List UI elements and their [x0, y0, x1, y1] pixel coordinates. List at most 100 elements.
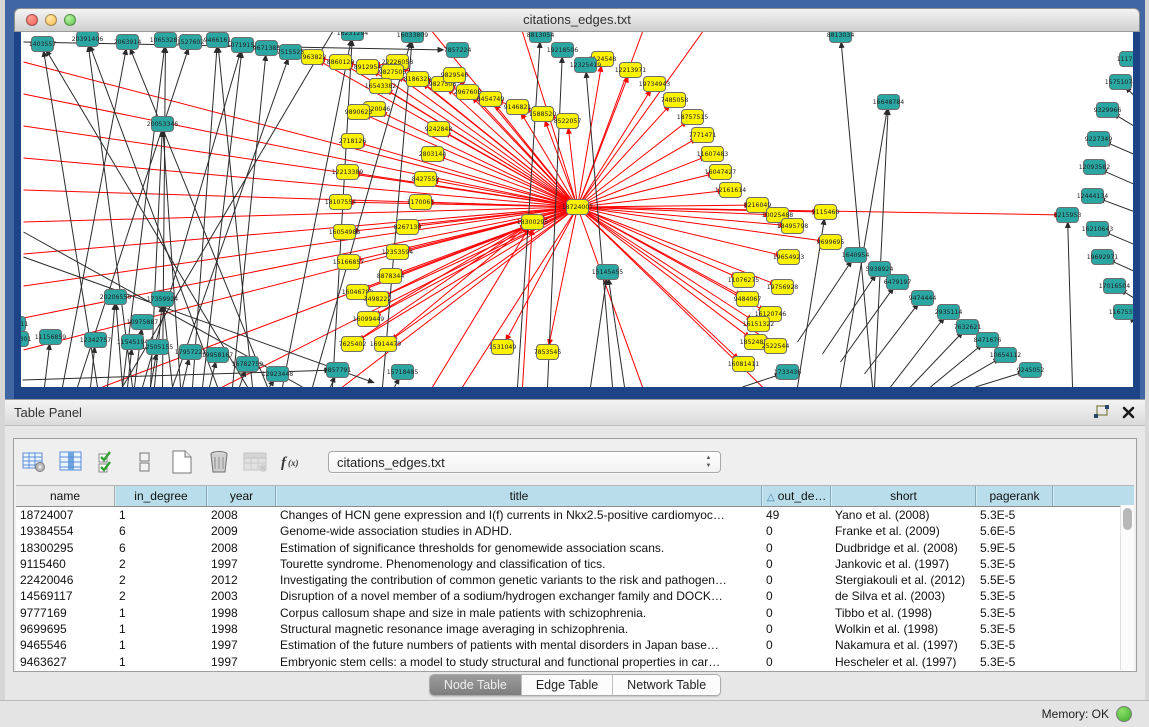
table-cell[interactable]: Estimation of significance thresholds fo…: [276, 540, 762, 556]
table-cell[interactable]: 1997: [207, 556, 276, 572]
table-cell[interactable]: 2008: [207, 507, 276, 523]
table-cell[interactable]: 1: [115, 654, 207, 670]
table-cell[interactable]: 18724007: [16, 507, 115, 523]
table-cell[interactable]: Structural magnetic resonance image aver…: [276, 621, 762, 637]
table-row[interactable]: 946554611997Estimation of the future num…: [16, 637, 1134, 653]
table-cell[interactable]: 0: [762, 588, 831, 604]
table-cell[interactable]: 9463627: [16, 654, 115, 670]
table-cell[interactable]: Franke et al. (2009): [831, 523, 976, 539]
table-cell[interactable]: 5.3E-5: [976, 637, 1053, 653]
table-cell[interactable]: 1997: [207, 654, 276, 670]
table-cell[interactable]: 18300295: [16, 540, 115, 556]
table-cell[interactable]: Changes of HCN gene expression and I(f) …: [276, 507, 762, 523]
tab-network-table[interactable]: Network Table: [613, 675, 720, 695]
table-scrollbar[interactable]: [1120, 505, 1134, 670]
table-cell[interactable]: Stergiakouli et al. (2012): [831, 572, 976, 588]
table-cell[interactable]: 1998: [207, 605, 276, 621]
table-scrollbar-thumb[interactable]: [1123, 508, 1132, 530]
table-cell[interactable]: 6: [115, 523, 207, 539]
close-panel-icon[interactable]: [1122, 406, 1135, 419]
table-cell[interactable]: 0: [762, 654, 831, 670]
table-row[interactable]: 1830029562008Estimation of significance …: [16, 540, 1134, 556]
column-header-short[interactable]: short: [831, 486, 976, 506]
table-cell[interactable]: 5.3E-5: [976, 654, 1053, 670]
table-cell[interactable]: 2: [115, 556, 207, 572]
table-cell[interactable]: 0: [762, 523, 831, 539]
table-cell[interactable]: 14569117: [16, 588, 115, 604]
table-row[interactable]: 1872400712008Changes of HCN gene express…: [16, 507, 1134, 523]
node-table[interactable]: namein_degreeyeartitle△out_de…shortpager…: [16, 485, 1134, 671]
memory-ok-icon[interactable]: [1116, 706, 1132, 722]
table-cell[interactable]: 0: [762, 621, 831, 637]
table-row[interactable]: 1456911722003Disruption of a novel membe…: [16, 588, 1134, 604]
table-cell[interactable]: Genome-wide association studies in ADHD.: [276, 523, 762, 539]
table-cell[interactable]: Embryonic stem cells: a model to study s…: [276, 654, 762, 670]
tab-edge-table[interactable]: Edge Table: [522, 675, 613, 695]
table-cell[interactable]: 1997: [207, 637, 276, 653]
table-cell[interactable]: 9699695: [16, 621, 115, 637]
table-cell[interactable]: 0: [762, 605, 831, 621]
table-cell[interactable]: 5.9E-5: [976, 540, 1053, 556]
table-cell[interactable]: 2: [115, 572, 207, 588]
column-header-in_degree[interactable]: in_degree: [115, 486, 207, 506]
table-selector-dropdown[interactable]: citations_edges.txt ▲▼: [328, 451, 721, 473]
table-cell[interactable]: Dudbridge et al. (2008): [831, 540, 976, 556]
select-columns-button[interactable]: [57, 447, 85, 477]
table-cell[interactable]: 1: [115, 507, 207, 523]
table-cell[interactable]: 49: [762, 507, 831, 523]
table-cell[interactable]: 0: [762, 572, 831, 588]
table-row[interactable]: 946362711997Embryonic stem cells: a mode…: [16, 654, 1134, 670]
table-cell[interactable]: 9115460: [16, 556, 115, 572]
column-header-pagerank[interactable]: pagerank: [976, 486, 1053, 506]
table-cell[interactable]: 5.3E-5: [976, 507, 1053, 523]
table-cell[interactable]: 2: [115, 588, 207, 604]
table-row[interactable]: 977716911998Corpus callosum shape and si…: [16, 605, 1134, 621]
table-cell[interactable]: de Silva et al. (2003): [831, 588, 976, 604]
table-cell[interactable]: 2009: [207, 523, 276, 539]
table-cell[interactable]: 0: [762, 540, 831, 556]
network-window-titlebar[interactable]: citations_edges.txt: [14, 8, 1140, 32]
table-cell[interactable]: 9777169: [16, 605, 115, 621]
table-cell[interactable]: 19384554: [16, 523, 115, 539]
select-all-checks-button[interactable]: [94, 447, 122, 477]
table-cell[interactable]: 1: [115, 637, 207, 653]
function-builder-button[interactable]: f (x): [279, 447, 307, 477]
table-cell[interactable]: 1: [115, 621, 207, 637]
table-cell[interactable]: 5.5E-5: [976, 572, 1053, 588]
table-cell[interactable]: Yano et al. (2008): [831, 507, 976, 523]
float-window-icon[interactable]: [1094, 405, 1110, 419]
column-header-out_de[interactable]: △out_de…: [762, 486, 831, 506]
network-window[interactable]: citations_edges.txt 18724007183002957963…: [14, 8, 1140, 392]
table-cell[interactable]: 2012: [207, 572, 276, 588]
column-header-name[interactable]: name: [16, 486, 115, 506]
table-row[interactable]: 911546021997Tourette syndrome. Phenomeno…: [16, 556, 1134, 572]
table-cell[interactable]: Corpus callosum shape and size in male p…: [276, 605, 762, 621]
table-cell[interactable]: 2003: [207, 588, 276, 604]
table-cell[interactable]: Investigating the contribution of common…: [276, 572, 762, 588]
new-column-button[interactable]: [168, 447, 196, 477]
table-cell[interactable]: 5.3E-5: [976, 605, 1053, 621]
table-cell[interactable]: 5.6E-5: [976, 523, 1053, 539]
table-cell[interactable]: Wolkin et al. (1998): [831, 621, 976, 637]
table-cell[interactable]: 5.3E-5: [976, 588, 1053, 604]
table-options-button[interactable]: [20, 447, 48, 477]
table-cell[interactable]: Nakamura et al. (1997): [831, 637, 976, 653]
table-cell[interactable]: 9465546: [16, 637, 115, 653]
table-cell[interactable]: 0: [762, 637, 831, 653]
table-cell[interactable]: Tibbo et al. (1998): [831, 605, 976, 621]
tab-node-table[interactable]: Node Table: [430, 675, 522, 695]
table-row[interactable]: 2242004622012Investigating the contribut…: [16, 572, 1134, 588]
table-cell[interactable]: 6: [115, 540, 207, 556]
table-row[interactable]: 969969511998Structural magnetic resonanc…: [16, 621, 1134, 637]
table-cell[interactable]: 5.3E-5: [976, 556, 1053, 572]
column-header-title[interactable]: title: [276, 486, 762, 506]
network-canvas[interactable]: 1872400718300295796382288601288912954222…: [21, 32, 1133, 387]
delete-column-button[interactable]: [205, 447, 233, 477]
table-cell[interactable]: 2008: [207, 540, 276, 556]
column-header-year[interactable]: year: [207, 486, 276, 506]
table-cell[interactable]: 0: [762, 556, 831, 572]
table-cell[interactable]: 5.3E-5: [976, 621, 1053, 637]
table-cell[interactable]: 1: [115, 605, 207, 621]
table-cell[interactable]: 1998: [207, 621, 276, 637]
table-cell[interactable]: 22420046: [16, 572, 115, 588]
